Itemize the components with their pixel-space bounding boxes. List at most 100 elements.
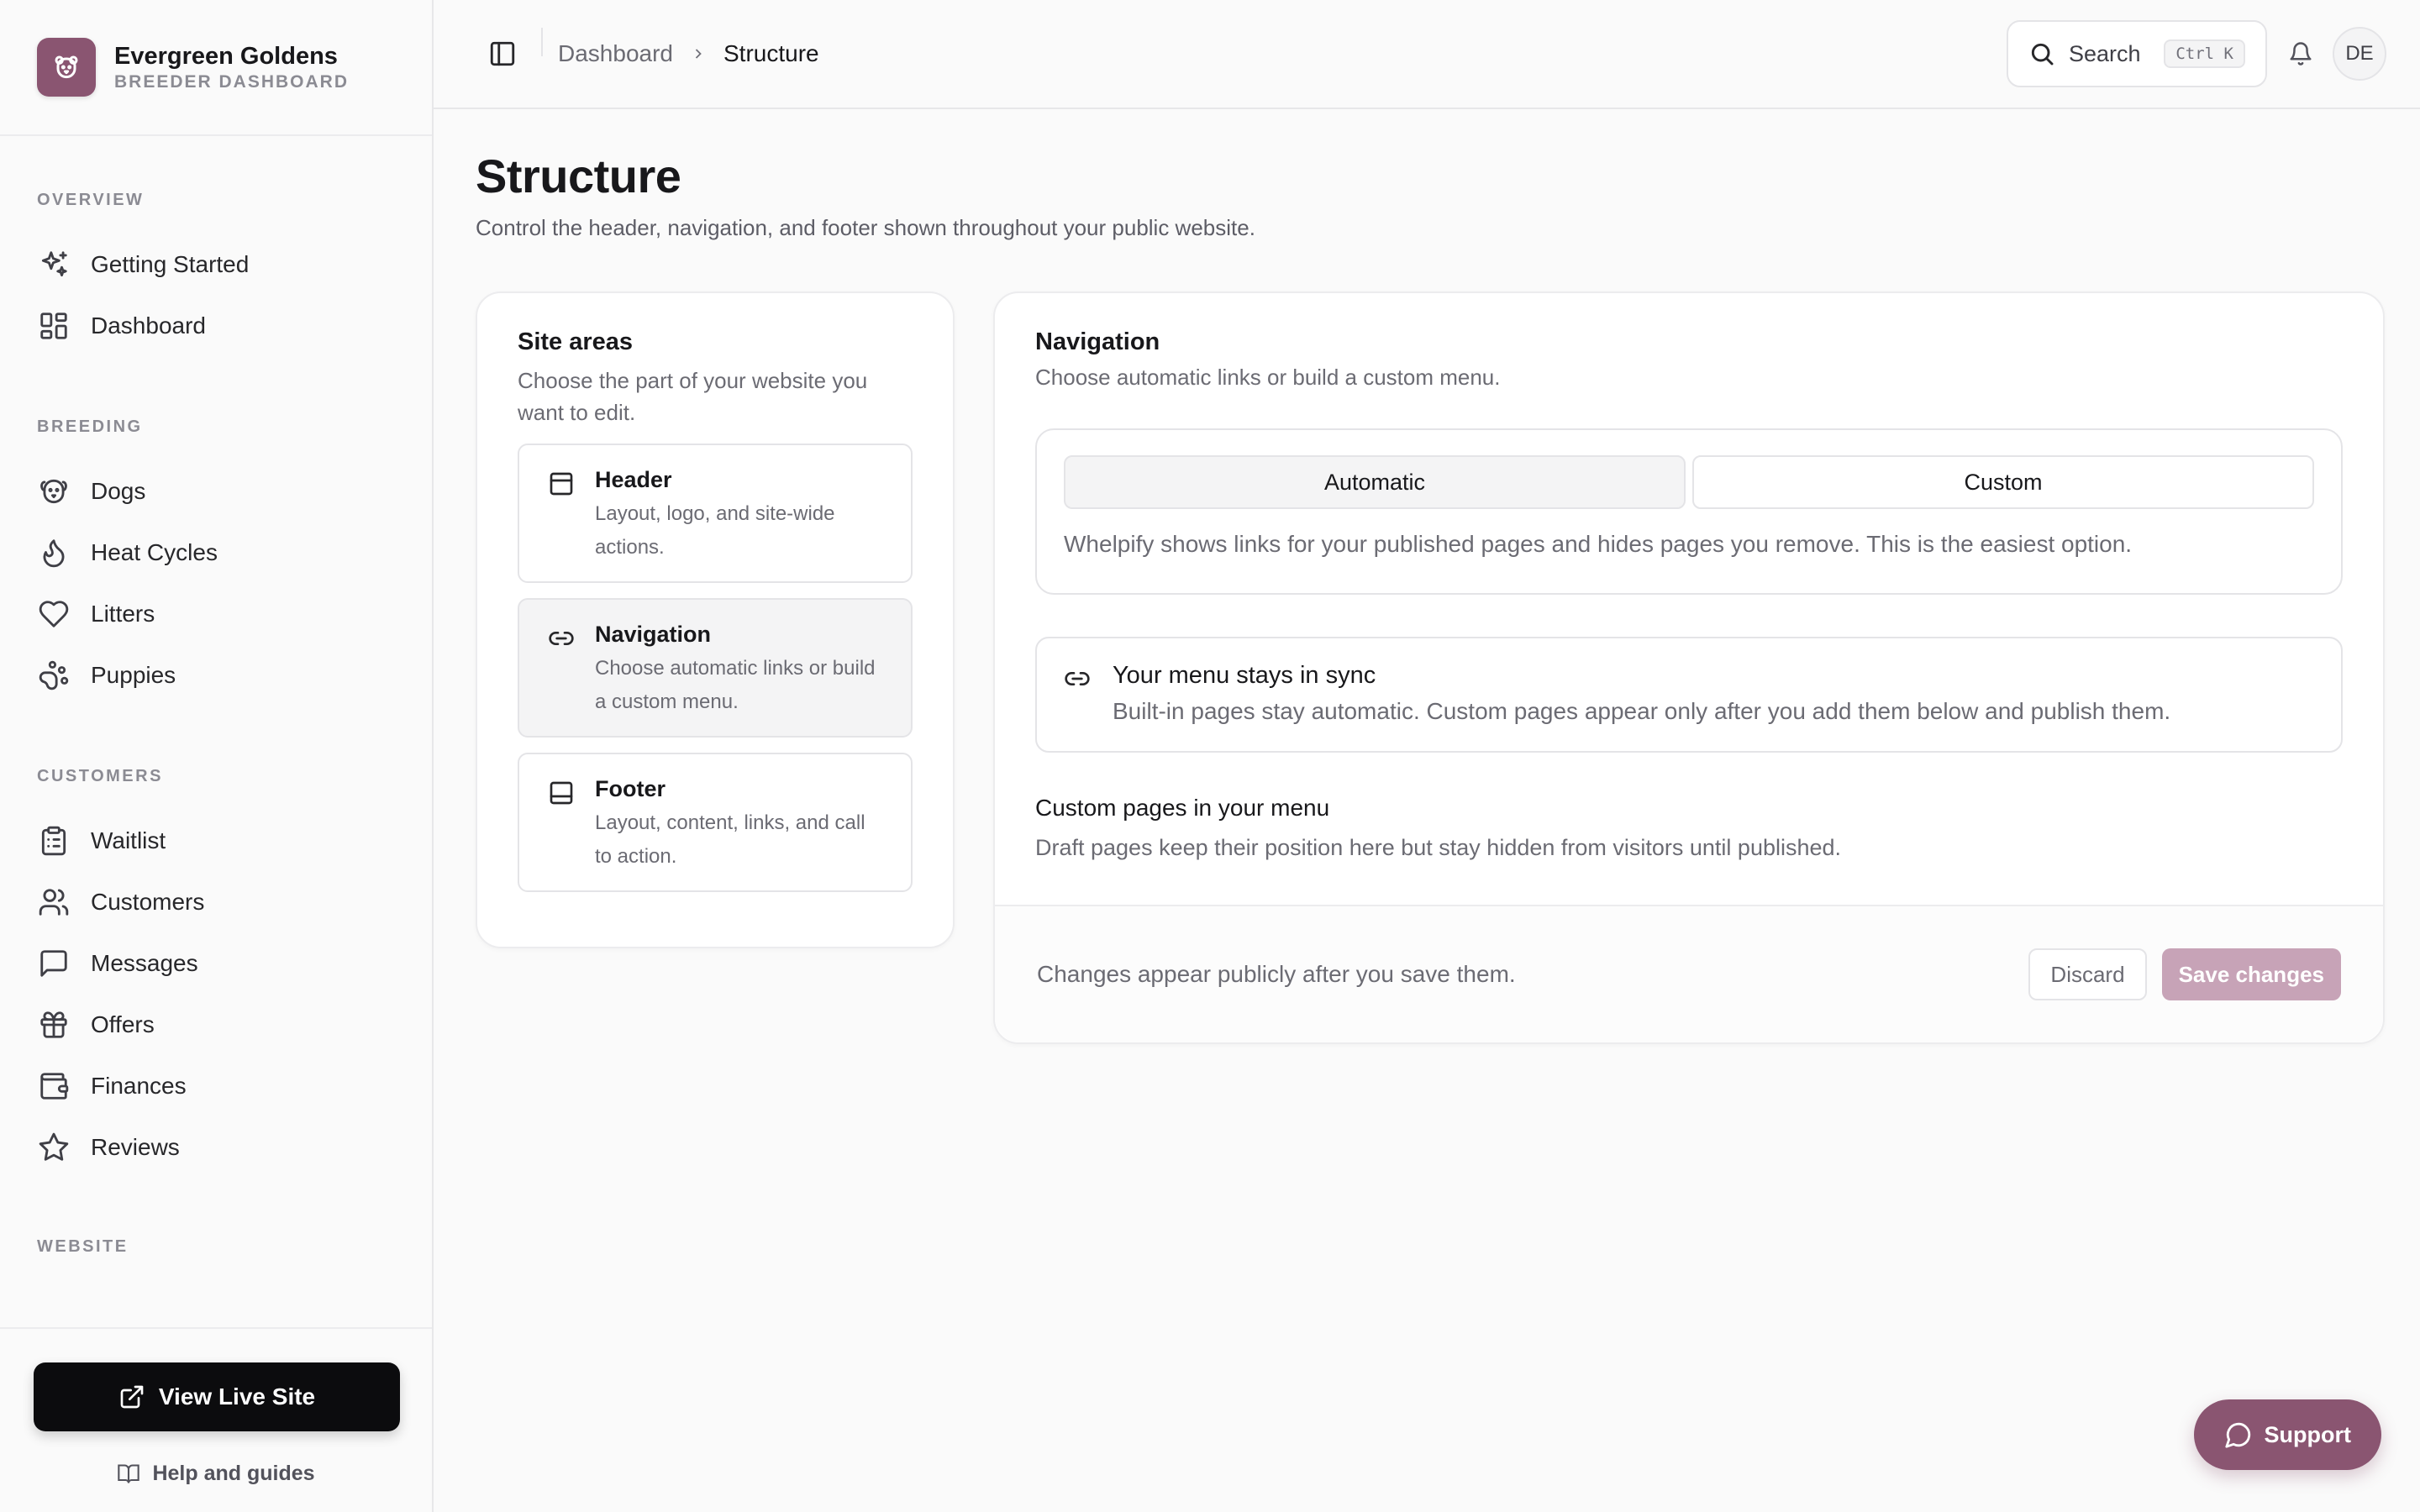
brand-name: Evergreen Goldens: [114, 43, 338, 70]
sparkles-icon: [37, 248, 71, 281]
sidebar-item-offers[interactable]: Offers: [37, 994, 395, 1055]
sidebar-item-label: Puppies: [91, 661, 176, 688]
nav-section-customers: CUSTOMERS Waitlist Customers Messages Of…: [0, 759, 432, 1178]
panel-left-icon: [490, 41, 515, 66]
gift-icon: [37, 1008, 71, 1042]
heart-icon: [37, 597, 71, 631]
mode-automatic-button[interactable]: Automatic: [1064, 455, 1686, 509]
sidebar-item-reviews[interactable]: Reviews: [37, 1116, 395, 1178]
users-icon: [37, 885, 71, 919]
sidebar: Evergreen Goldens BREEDER DASHBOARD OVER…: [0, 0, 434, 1512]
sidebar-item-puppies[interactable]: Puppies: [37, 644, 395, 706]
nav-section-overview: OVERVIEW Getting Started Dashboard: [0, 183, 432, 356]
main-content: Dashboard Structure Search Ctrl K DE Str…: [434, 0, 2420, 1512]
sidebar-item-label: Heat Cycles: [91, 538, 218, 565]
view-live-site-label: View Live Site: [158, 1383, 316, 1410]
sidebar-item-label: Finances: [91, 1072, 187, 1099]
sidebar-item-label: Offers: [91, 1011, 155, 1037]
sidebar-item-waitlist[interactable]: Waitlist: [37, 810, 395, 871]
chevron-right-icon: [690, 45, 707, 62]
mode-custom-button[interactable]: Custom: [1692, 455, 2314, 509]
paw-bear-icon: [37, 38, 96, 97]
brand[interactable]: Evergreen Goldens BREEDER DASHBOARD: [0, 0, 432, 136]
wallet-icon: [37, 1069, 71, 1103]
help-and-guides-link[interactable]: Help and guides: [34, 1462, 398, 1486]
site-area-title: Header: [595, 467, 672, 492]
sidebar-item-label: Messages: [91, 949, 198, 976]
site-area-description: Layout, content, links, and call to acti…: [595, 811, 865, 868]
paw-icon: [37, 659, 71, 692]
sidebar-item-label: Litters: [91, 600, 155, 627]
message-square-icon: [37, 947, 71, 980]
avatar[interactable]: DE: [2333, 27, 2386, 81]
site-area-title: Navigation: [595, 622, 712, 647]
star-icon: [37, 1131, 71, 1164]
notifications-button[interactable]: [2284, 37, 2317, 71]
navigation-title: Navigation: [1035, 328, 1160, 355]
sidebar-item-messages[interactable]: Messages: [37, 932, 395, 994]
sidebar-item-label: Customers: [91, 888, 205, 915]
card-footer: Changes appear publicly after you save t…: [995, 905, 2383, 1042]
nav-section-breeding: BREEDING Dogs Heat Cycles Litters Puppie…: [0, 410, 432, 706]
sidebar-footer: View Live Site Help and guides: [0, 1327, 432, 1512]
bell-icon: [2290, 42, 2312, 66]
search-label: Search: [2069, 40, 2141, 66]
sidebar-item-label: Dashboard: [91, 312, 206, 339]
topbar: Dashboard Structure Search Ctrl K DE: [434, 0, 2420, 109]
search-shortcut: Ctrl K: [2164, 39, 2245, 68]
sidebar-item-heat-cycles[interactable]: Heat Cycles: [37, 522, 395, 583]
mode-description: Whelpify shows links for your published …: [1064, 531, 2133, 557]
site-area-header[interactable]: Header Layout, logo, and site-wide actio…: [518, 444, 913, 583]
save-note: Changes appear publicly after you save t…: [1037, 961, 1516, 987]
link-icon: [548, 620, 575, 714]
custom-pages-title: Custom pages in your menu: [1035, 795, 1330, 821]
link-icon: [1064, 662, 1091, 727]
sidebar-item-label: Waitlist: [91, 827, 166, 853]
page-content: Structure Control the header, navigation…: [434, 109, 2420, 1044]
sidebar-item-litters[interactable]: Litters: [37, 583, 395, 644]
site-area-navigation[interactable]: Navigation Choose automatic links or bui…: [518, 598, 913, 738]
site-area-footer[interactable]: Footer Layout, content, links, and call …: [518, 753, 913, 892]
search-button[interactable]: Search Ctrl K: [2007, 20, 2267, 87]
sidebar-toggle-button[interactable]: [486, 37, 519, 71]
divider: [541, 28, 543, 56]
breadcrumb-dashboard[interactable]: Dashboard: [558, 40, 673, 67]
site-areas-description: Choose the part of your website you want…: [518, 368, 868, 425]
nav-section-website: WEBSITE: [0, 1230, 432, 1263]
layout-grid-icon: [37, 309, 71, 343]
sidebar-item-label: Dogs: [91, 477, 146, 504]
sidebar-item-dogs[interactable]: Dogs: [37, 460, 395, 522]
site-area-title: Footer: [595, 776, 666, 801]
section-label: BREEDING: [37, 417, 143, 436]
breadcrumb: Dashboard Structure: [558, 40, 819, 67]
sidebar-item-label: Getting Started: [91, 250, 250, 277]
sidebar-item-customers[interactable]: Customers: [37, 871, 395, 932]
sidebar-item-finances[interactable]: Finances: [37, 1055, 395, 1116]
support-button[interactable]: Support: [2193, 1399, 2381, 1470]
save-changes-button[interactable]: Save changes: [2161, 948, 2341, 1000]
message-circle-icon: [2224, 1422, 2250, 1448]
site-areas-card: Site areas Choose the part of your websi…: [476, 291, 955, 948]
sidebar-item-dashboard[interactable]: Dashboard: [37, 295, 395, 356]
sync-notice-description: Built-in pages stay automatic. Custom pa…: [1113, 698, 2171, 724]
view-live-site-button[interactable]: View Live Site: [34, 1362, 400, 1431]
site-area-description: Choose automatic links or build a custom…: [595, 657, 876, 713]
navigation-mode-box: Automatic Custom Whelpify shows links fo…: [1035, 428, 2343, 595]
flame-icon: [37, 536, 71, 570]
sidebar-item-getting-started[interactable]: Getting Started: [37, 234, 395, 295]
dog-icon: [37, 475, 71, 508]
custom-pages-description: Draft pages keep their position here but…: [1035, 835, 1842, 860]
page-subtitle: Control the header, navigation, and foot…: [476, 215, 1255, 240]
panel-bottom-icon: [548, 774, 575, 869]
help-label: Help and guides: [152, 1462, 315, 1485]
mode-toggle: Automatic Custom: [1064, 455, 2314, 509]
sync-notice: Your menu stays in sync Built-in pages s…: [1035, 637, 2343, 753]
sync-notice-title: Your menu stays in sync: [1113, 662, 1376, 689]
breadcrumb-current: Structure: [723, 40, 819, 66]
discard-button[interactable]: Discard: [2028, 948, 2147, 1000]
panel-top-icon: [548, 465, 575, 559]
navigation-description: Choose automatic links or build a custom…: [1035, 365, 1501, 390]
support-label: Support: [2264, 1421, 2351, 1447]
brand-subtitle: BREEDER DASHBOARD: [114, 72, 350, 92]
page-title: Structure: [476, 150, 681, 202]
